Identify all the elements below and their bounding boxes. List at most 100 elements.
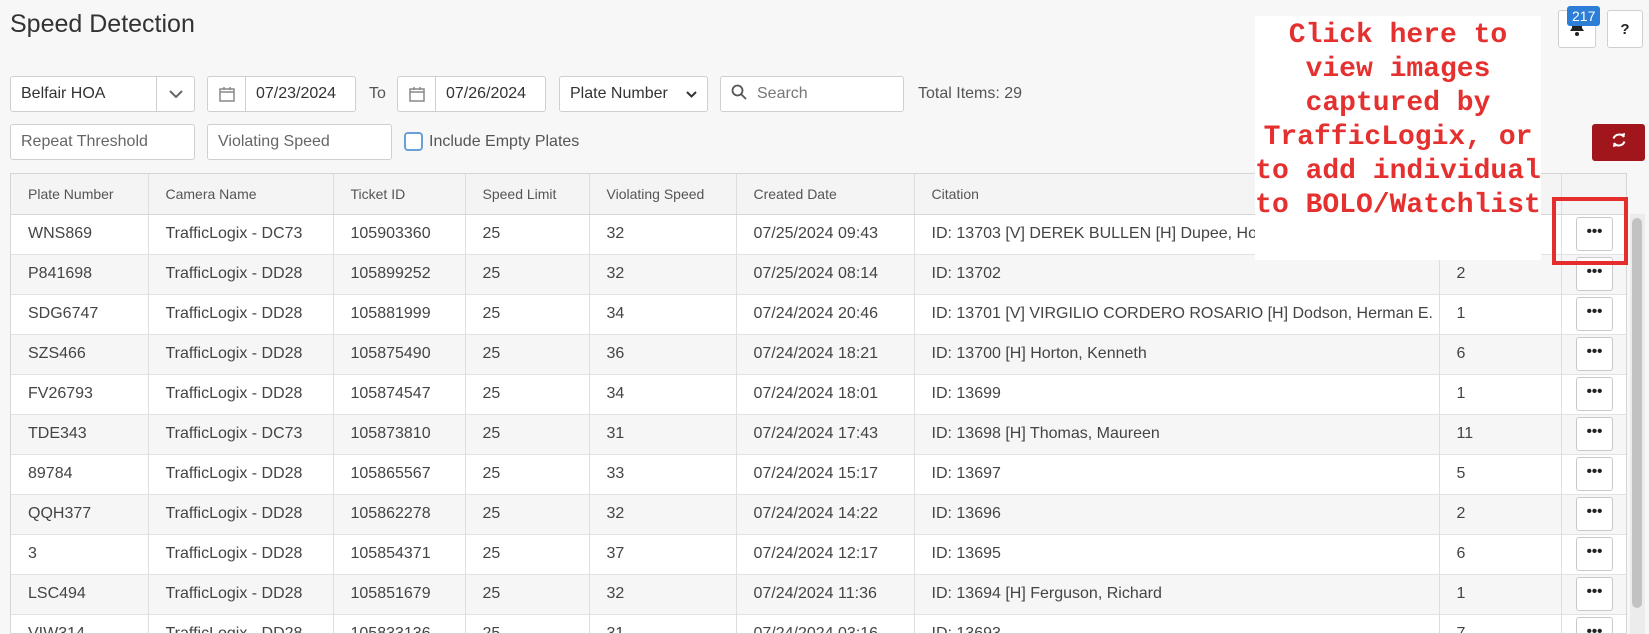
table-cell: 3 <box>11 534 149 575</box>
include-empty-plates-checkbox[interactable] <box>404 132 423 151</box>
column-header[interactable]: Speed Limit <box>465 174 590 215</box>
table-cell: 25 <box>465 534 590 575</box>
table-row: P841698 TrafficLogix - DD28 105899252 25 32 0… <box>11 254 1626 295</box>
search-icon <box>731 84 747 105</box>
table-cell: 105865567 <box>333 454 466 495</box>
table-cell: 105851679 <box>333 574 466 615</box>
table-cell: 105903360 <box>333 214 466 255</box>
more-actions-button[interactable]: ••• <box>1576 377 1613 411</box>
table-cell: 25 <box>465 454 590 495</box>
more-actions-button[interactable]: ••• <box>1576 457 1613 491</box>
column-header[interactable]: Ticket ID <box>333 174 466 215</box>
date-from-field[interactable]: 07/23/2024 <box>207 76 356 112</box>
table-cell: ID: 13697 <box>914 454 1440 495</box>
table-cell: FV26793 <box>11 374 149 415</box>
table-cell: ID: 13698 [H] Thomas, Maureen <box>914 414 1440 455</box>
page-title: Speed Detection <box>10 10 195 38</box>
table-cell: 25 <box>465 614 590 633</box>
table-cell: 105881999 <box>333 294 466 335</box>
more-actions-button[interactable]: ••• <box>1576 537 1613 571</box>
community-select[interactable]: Belfair HOA <box>10 76 195 112</box>
row-actions-cell: ••• <box>1561 414 1626 455</box>
table-cell: 32 <box>589 254 737 295</box>
include-empty-plates-toggle[interactable]: Include Empty Plates <box>404 132 579 151</box>
table-cell: LSC494 <box>11 574 149 615</box>
refresh-button[interactable] <box>1592 124 1645 161</box>
column-header[interactable]: Plate Number <box>11 174 149 215</box>
table-row: 89784 TrafficLogix - DD28 105865567 25 33 07/… <box>11 454 1626 495</box>
table-cell: 1 <box>1439 294 1562 335</box>
row-actions-cell: ••• <box>1561 294 1626 335</box>
more-actions-button[interactable]: ••• <box>1576 497 1613 531</box>
table-cell: P841698 <box>11 254 149 295</box>
row-actions-cell: ••• <box>1561 574 1626 615</box>
table-row: FV26793 TrafficLogix - DD28 105874547 25 34 0… <box>11 374 1626 415</box>
table-row: SDG6747 TrafficLogix - DD28 105881999 25 34 0… <box>11 294 1626 335</box>
table-cell: 07/25/2024 08:14 <box>736 254 915 295</box>
date-from-value: 07/23/2024 <box>256 85 337 102</box>
table-cell: 25 <box>465 214 590 255</box>
table-cell: 07/24/2024 15:17 <box>736 454 915 495</box>
table-row: TDE343 TrafficLogix - DC73 105873810 25 31 07… <box>11 414 1626 455</box>
table-row: 3 TrafficLogix - DD28 105854371 25 37 07/24/2… <box>11 534 1626 575</box>
more-actions-button[interactable]: ••• <box>1576 617 1613 633</box>
table-cell: 105873810 <box>333 414 466 455</box>
calendar-icon <box>208 77 246 111</box>
table-cell: 25 <box>465 294 590 335</box>
scrollbar-thumb[interactable] <box>1632 218 1642 608</box>
more-actions-button[interactable]: ••• <box>1576 297 1613 331</box>
help-button[interactable]: ? <box>1607 10 1643 48</box>
more-actions-button[interactable]: ••• <box>1576 577 1613 611</box>
table-cell: 11 <box>1439 414 1562 455</box>
more-actions-button[interactable]: ••• <box>1576 337 1613 371</box>
table-cell: 105862278 <box>333 494 466 535</box>
row-actions-cell: ••• <box>1561 374 1626 415</box>
table-cell: TrafficLogix - DD28 <box>148 454 334 495</box>
table-cell: 25 <box>465 574 590 615</box>
table-cell: 105899252 <box>333 254 466 295</box>
more-actions-button[interactable]: ••• <box>1576 417 1613 451</box>
table-cell: 105874547 <box>333 374 466 415</box>
table-cell: 7 <box>1439 614 1562 633</box>
chevron-down-icon <box>156 77 194 111</box>
table-cell: 6 <box>1439 334 1562 375</box>
table-cell: 2 <box>1439 494 1562 535</box>
chevron-down-icon <box>686 85 697 103</box>
table-cell: TrafficLogix - DD28 <box>148 294 334 335</box>
table-body: WNS869 TrafficLogix - DC73 105903360 25 32 07… <box>11 214 1626 633</box>
table-cell: 36 <box>589 334 737 375</box>
table-cell: QQH377 <box>11 494 149 535</box>
table-cell: ID: 13701 [V] VIRGILIO CORDERO ROSARIO [… <box>914 294 1440 335</box>
date-to-value: 07/26/2024 <box>446 85 527 102</box>
repeat-threshold-input[interactable]: Repeat Threshold <box>10 124 195 160</box>
table-cell: 105875490 <box>333 334 466 375</box>
refresh-icon <box>1611 132 1627 153</box>
table-cell: TrafficLogix - DD28 <box>148 494 334 535</box>
table-cell: ID: 13693 <box>914 614 1440 633</box>
table-cell: 1 <box>1439 374 1562 415</box>
table-cell: ID: 13694 [H] Ferguson, Richard <box>914 574 1440 615</box>
search-type-select[interactable]: Plate Number <box>559 76 708 112</box>
annotation-callout: Click here to view images captured by Tr… <box>1255 16 1541 260</box>
table-cell: TDE343 <box>11 414 149 455</box>
table-cell: 07/24/2024 18:21 <box>736 334 915 375</box>
table-scrollbar[interactable] <box>1630 214 1645 634</box>
table-cell: 6 <box>1439 534 1562 575</box>
column-header[interactable]: Camera Name <box>148 174 334 215</box>
table-cell: 25 <box>465 414 590 455</box>
date-to-field[interactable]: 07/26/2024 <box>397 76 546 112</box>
search-input[interactable]: Search <box>720 76 904 112</box>
community-select-value: Belfair HOA <box>21 85 106 102</box>
table-cell: 32 <box>589 494 737 535</box>
table-cell: 105833136 <box>333 614 466 633</box>
violating-speed-input[interactable]: Violating Speed <box>207 124 392 160</box>
table-cell: 31 <box>589 414 737 455</box>
table-cell: 25 <box>465 334 590 375</box>
table-cell: TrafficLogix - DD28 <box>148 534 334 575</box>
table-cell: TrafficLogix - DD28 <box>148 374 334 415</box>
column-header[interactable]: Created Date <box>736 174 915 215</box>
table-cell: 31 <box>589 614 737 633</box>
table-cell: 34 <box>589 294 737 335</box>
column-header[interactable]: Violating Speed <box>589 174 737 215</box>
table-cell: ID: 13695 <box>914 534 1440 575</box>
